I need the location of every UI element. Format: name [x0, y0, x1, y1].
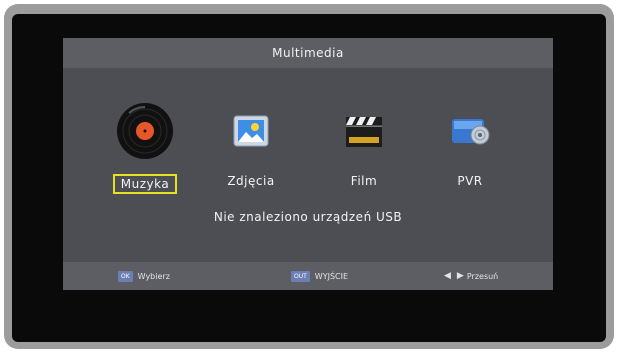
recorder-disc-icon: [452, 119, 490, 145]
menu-item-music-label: Muzyka: [112, 174, 178, 194]
photo-icon: [233, 115, 269, 147]
menu-item-music[interactable]: Muzyka: [90, 98, 200, 198]
menu-item-pvr[interactable]: PVR: [415, 98, 525, 198]
out-key-icon: OUT: [291, 270, 310, 282]
footer-bar: OK Wybierz OUT WYJŚCIE ◀ ▶ Przesuń: [63, 262, 553, 290]
menu-title: Multimedia: [272, 46, 344, 60]
select-hint: OK Wybierz: [118, 262, 170, 290]
exit-hint-label: WYJŚCIE: [314, 271, 349, 281]
menu-item-film-label: Film: [350, 174, 378, 188]
move-hint: ◀ ▶ Przesuń: [441, 262, 498, 290]
clapperboard-icon: [346, 117, 382, 147]
menu-header: Multimedia: [63, 38, 553, 68]
menu-item-pvr-label: PVR: [457, 174, 483, 188]
media-items: Muzyka Zdjęcia Film PVR: [63, 98, 553, 198]
ok-key-icon: OK: [118, 270, 133, 282]
menu-item-photos-label: Zdjęcia: [227, 174, 275, 188]
multimedia-menu: Multimedia Muzyka Zdjęcia Film PVR Nie z…: [63, 38, 553, 290]
menu-item-photos[interactable]: Zdjęcia: [196, 98, 306, 198]
select-hint-label: Wybierz: [137, 271, 170, 281]
left-arrow-icon: ◀: [444, 271, 451, 281]
vinyl-record-icon: [117, 103, 173, 159]
menu-item-film[interactable]: Film: [309, 98, 419, 198]
usb-status-message: Nie znaleziono urządzeń USB: [213, 210, 403, 224]
right-arrow-icon: ▶: [456, 271, 464, 281]
move-hint-label: Przesuń: [466, 271, 499, 281]
exit-hint: OUT WYJŚCIE: [291, 262, 348, 290]
